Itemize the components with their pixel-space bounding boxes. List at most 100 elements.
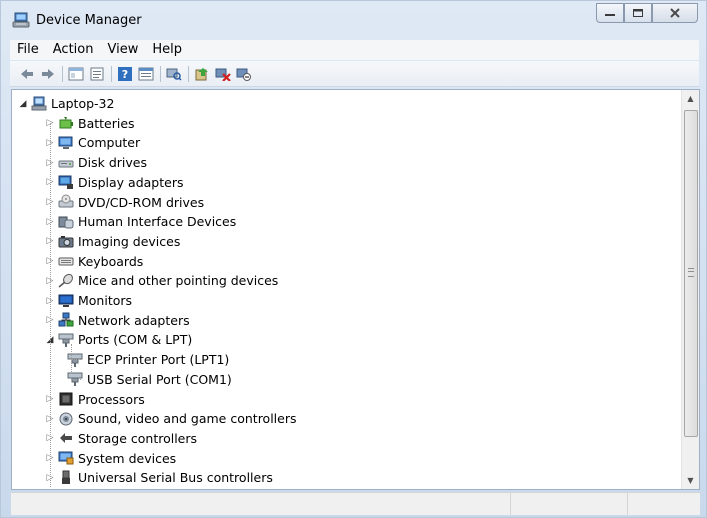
minimize-icon	[605, 14, 615, 16]
computer-icon	[58, 135, 74, 151]
tree-node-ecp-printer-port-lpt1[interactable]: ECP Printer Port (LPT1)	[67, 350, 229, 369]
scan-hardware-icon	[166, 68, 182, 81]
toolbar-separator	[160, 65, 161, 82]
device-manager-window: Device Manager File Action View Help ? ▲…	[0, 0, 707, 518]
system-icon	[58, 451, 74, 465]
network-icon	[58, 312, 74, 327]
device-tree[interactable]: ▲ ▼ ◢ Laptop-32 ▷ Batteries ▷ Computer ▷ Disk d…	[11, 89, 700, 490]
root-icon	[31, 96, 47, 110]
forward-icon	[42, 68, 54, 79]
tree-node-batteries[interactable]: ▷ Batteries	[45, 114, 135, 133]
tree-node-label: Mice and other pointing devices	[78, 273, 279, 289]
tree-node-label: Monitors	[78, 293, 133, 308]
tree-connector-line	[71, 359, 81, 361]
forward-button[interactable]	[39, 65, 57, 83]
vertical-scrollbar[interactable]: ▲ ▼	[681, 90, 699, 489]
maximize-icon	[633, 9, 643, 17]
maximize-button[interactable]	[624, 3, 652, 23]
camera-icon	[58, 233, 74, 249]
tree-node-label: Keyboards	[78, 253, 144, 269]
back-icon	[21, 68, 33, 79]
disk-drive-icon	[58, 160, 74, 168]
tree-node-label: Imaging devices	[78, 233, 181, 249]
tree-node-usb-serial-port-com1[interactable]: USB Serial Port (COM1)	[67, 370, 232, 389]
collapse-arrow-icon[interactable]: ◢	[18, 99, 28, 109]
storage-icon	[60, 433, 72, 444]
hid-icon	[58, 214, 74, 230]
display-adapter-icon	[58, 175, 73, 190]
status-segment-3	[628, 493, 700, 515]
close-button[interactable]	[652, 3, 698, 23]
tree-node-dvd-cd-rom-drives[interactable]: ▷ DVD/CD-ROM drives	[45, 193, 204, 212]
tree-node-monitors[interactable]: ▷ Monitors	[45, 291, 133, 310]
close-icon	[670, 8, 680, 18]
help-button[interactable]: ?	[116, 65, 134, 83]
tree-node-laptop-32[interactable]: ◢ Laptop-32	[18, 94, 114, 113]
tree-node-label: Ports (COM & LPT)	[78, 332, 193, 348]
tree-node-universal-serial-bus-controllers[interactable]: ▷ Universal Serial Bus controllers	[45, 468, 273, 487]
show-hide-tree-button[interactable]	[67, 65, 85, 83]
scroll-down-arrow[interactable]: ▼	[682, 472, 699, 489]
status-segment-main	[11, 493, 512, 515]
title-bar[interactable]: Device Manager	[1, 1, 706, 36]
view-icon	[138, 67, 154, 80]
show-hide-tree-icon	[68, 67, 84, 80]
menu-file[interactable]: File	[10, 40, 46, 60]
uninstall-icon	[215, 68, 231, 81]
tree-node-label: Computer	[78, 135, 141, 151]
svg-text:?: ?	[122, 68, 128, 81]
sound-icon	[58, 411, 74, 427]
tree-node-label: ECP Printer Port (LPT1)	[87, 352, 230, 368]
system-icon	[58, 450, 74, 466]
tree-node-network-adapters[interactable]: ▷ Network adapters	[45, 311, 190, 330]
minimize-button[interactable]	[596, 3, 624, 23]
mouse-icon	[58, 273, 73, 288]
tree-node-system-devices[interactable]: ▷ System devices	[45, 449, 177, 468]
disk-drive-icon	[58, 155, 74, 171]
tree-node-storage-controllers[interactable]: ▷ Storage controllers	[45, 429, 198, 448]
display-adapter-icon	[58, 174, 74, 190]
view-button[interactable]	[137, 65, 155, 83]
tree-node-human-interface-devices[interactable]: ▷ Human Interface Devices	[45, 212, 237, 231]
tree-node-imaging-devices[interactable]: ▷ Imaging devices	[45, 232, 181, 251]
keyboard-icon	[58, 257, 74, 266]
processor-icon	[59, 392, 73, 406]
tree-connector-line	[50, 122, 51, 488]
scan-hardware-button[interactable]	[165, 65, 183, 83]
uninstall-button[interactable]	[214, 65, 232, 83]
menu-view[interactable]: View	[100, 40, 145, 60]
tree-node-disk-drives[interactable]: ▷ Disk drives	[45, 153, 147, 172]
update-driver-icon	[195, 67, 208, 80]
tree-node-label: USB Serial Port (COM1)	[87, 371, 232, 387]
monitor-icon	[58, 293, 74, 309]
menu-bar: File Action View Help	[10, 40, 699, 60]
tree-node-label: Network adapters	[78, 312, 190, 328]
tree-node-display-adapters[interactable]: ▷ Display adapters	[45, 173, 184, 192]
properties-button[interactable]	[88, 65, 106, 83]
menu-help[interactable]: Help	[145, 40, 189, 60]
disable-button[interactable]	[235, 65, 253, 83]
root-icon	[31, 96, 47, 112]
sound-icon	[59, 412, 73, 426]
tree-node-keyboards[interactable]: ▷ Keyboards	[45, 252, 144, 271]
menu-action[interactable]: Action	[46, 40, 101, 60]
back-button[interactable]	[18, 65, 36, 83]
scrollbar-grip	[688, 268, 694, 277]
status-segment-2	[511, 493, 629, 515]
device-manager-app-icon[interactable]	[12, 12, 30, 28]
tree-node-processors[interactable]: ▷ Processors	[45, 390, 145, 409]
properties-icon	[90, 67, 104, 80]
toolbar-separator	[62, 65, 63, 82]
tree-node-mice-and-other-pointing-devices[interactable]: ▷ Mice and other pointing devices	[45, 271, 279, 290]
tree-node-label: Batteries	[78, 115, 135, 131]
battery-icon	[59, 117, 73, 129]
tree-node-computer[interactable]: ▷ Computer	[45, 133, 141, 152]
battery-icon	[58, 115, 74, 131]
tree-node-sound-video-and-game-controllers[interactable]: ▷ Sound, video and game controllers	[45, 409, 297, 428]
scroll-up-arrow[interactable]: ▲	[682, 90, 699, 107]
tree-node-ports-com-lpt[interactable]: ◢ Ports (COM & LPT)	[45, 330, 193, 349]
update-driver-button[interactable]	[193, 65, 211, 83]
scrollbar-thumb[interactable]	[684, 110, 698, 437]
tree-node-label: Display adapters	[78, 174, 184, 190]
storage-icon	[58, 430, 74, 446]
